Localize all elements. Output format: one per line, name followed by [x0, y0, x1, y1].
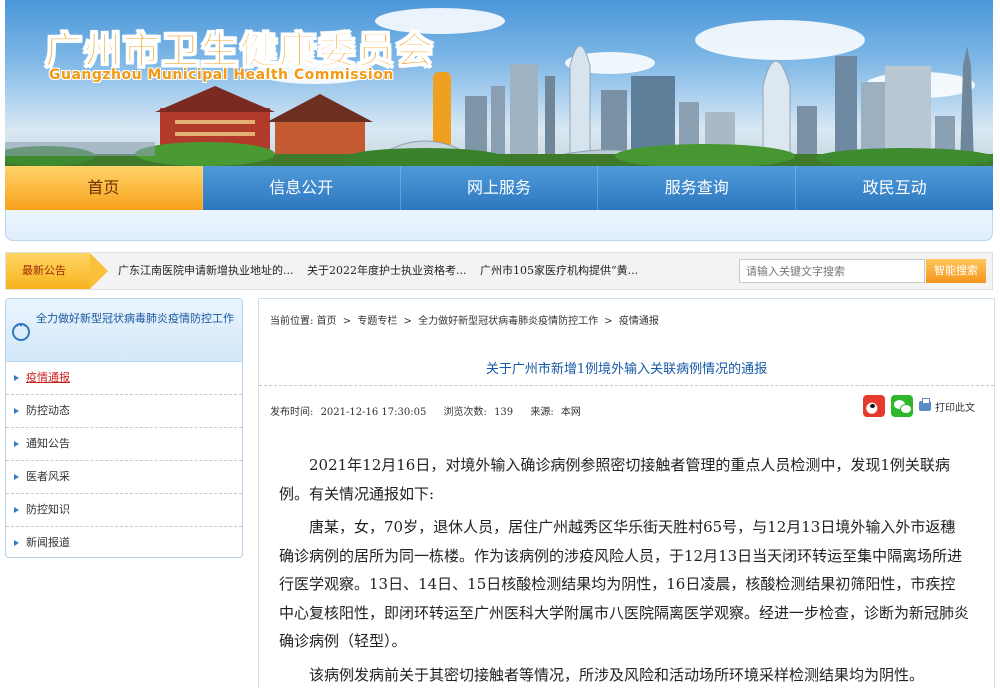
latest-notice-label: 最新公告 — [6, 253, 108, 289]
weibo-share-icon[interactable] — [863, 395, 885, 417]
views-count: 139 — [494, 407, 514, 418]
chat-bubble-icon — [12, 321, 30, 341]
publish-time-label: 发布时间: — [270, 407, 314, 418]
sidebar-item-epidemic-report[interactable]: 疫情通报 — [6, 362, 242, 395]
breadcrumb-separator: > — [403, 316, 412, 327]
nav-item-online-service[interactable]: 网上服务 — [401, 166, 599, 210]
nav-item-info-disclosure[interactable]: 信息公开 — [203, 166, 401, 210]
breadcrumb-link-special[interactable]: 专题专栏 — [357, 316, 397, 327]
print-link[interactable]: 打印此文 — [935, 399, 975, 414]
article-meta: 发布时间: 2021-12-16 17:30:05 浏览次数: 139 来源: … — [270, 403, 585, 418]
breadcrumb: 当前位置: 首页 > 专题专栏 > 全力做好新型冠状病毒肺炎疫情防控工作 > 疫… — [270, 312, 659, 327]
breadcrumb-link-current[interactable]: 疫情通报 — [619, 316, 659, 327]
smart-search-button[interactable]: 智能搜索 — [926, 259, 986, 283]
nav-item-home[interactable]: 首页 — [5, 166, 203, 210]
views-label: 浏览次数: — [443, 407, 487, 418]
sidebar-header: 全力做好新型冠状病毒肺炎疫情防控工作 — [6, 299, 242, 362]
breadcrumb-prefix: 当前位置: — [270, 316, 314, 327]
share-toolbar: 打印此文 — [863, 394, 975, 418]
nav-item-public-interaction[interactable]: 政民互动 — [796, 166, 993, 210]
sidebar: 全力做好新型冠状病毒肺炎疫情防控工作 疫情通报 防控动态 通知公告 医者风采 防… — [5, 298, 243, 558]
notice-link[interactable]: 关于2022年度护士执业资格考... — [307, 264, 466, 277]
main-navigation: 首页 信息公开 网上服务 服务查询 政民互动 — [5, 166, 993, 210]
source-label: 来源: — [530, 407, 554, 418]
source-value: 本网 — [560, 407, 581, 418]
sidebar-item-news-reports[interactable]: 新闻报道 — [6, 527, 242, 557]
notice-bar: 最新公告 广东江南医院申请新增执业地址的... 关于2022年度护士执业资格考.… — [5, 252, 993, 290]
sidebar-item-medical-staff[interactable]: 医者风采 — [6, 461, 242, 494]
wechat-share-icon[interactable] — [891, 395, 913, 417]
breadcrumb-link-home[interactable]: 首页 — [317, 316, 337, 327]
article-title: 关于广州市新增1例境外输入关联病例情况的通报 — [485, 362, 768, 377]
sidebar-title: 全力做好新型冠状病毒肺炎疫情防控工作 — [36, 312, 234, 325]
site-title-en: Guangzhou Municipal Health Commission — [49, 67, 394, 83]
sidebar-item-prevention-knowledge[interactable]: 防控知识 — [6, 494, 242, 527]
article-panel: 当前位置: 首页 > 专题专栏 > 全力做好新型冠状病毒肺炎疫情防控工作 > 疫… — [258, 298, 995, 689]
breadcrumb-link-topic[interactable]: 全力做好新型冠状病毒肺炎疫情防控工作 — [418, 316, 598, 327]
sub-navigation-bar — [5, 210, 993, 241]
publish-time: 2021-12-16 17:30:05 — [320, 407, 427, 418]
notice-link-list: 广东江南医院申请新增执业地址的... 关于2022年度护士执业资格考... 广州… — [118, 253, 648, 289]
notice-link[interactable]: 广州市105家医疗机构提供“黄... — [480, 264, 638, 277]
nav-item-service-query[interactable]: 服务查询 — [598, 166, 797, 210]
search-input[interactable] — [739, 259, 925, 283]
print-icon[interactable] — [919, 398, 931, 411]
header-banner: 广州市卫生健康委员会 Guangzhou Municipal Health Co… — [5, 0, 993, 166]
article-paragraph: 唐某，女，70岁，退休人员，居住广州越秀区华乐街天胜村65号，与12月13日境外… — [279, 518, 970, 650]
article-paragraph: 该病例发病前关于其密切接触者等情况，所涉及风险和活动场所环境采样检测结果均为阴性… — [309, 665, 925, 684]
article-paragraph: 2021年12月16日，对境外输入确诊病例参照密切接触者管理的重点人员检测中，发… — [279, 456, 950, 503]
sidebar-item-prevention-news[interactable]: 防控动态 — [6, 395, 242, 428]
notice-link[interactable]: 广东江南医院申请新增执业地址的... — [118, 264, 294, 277]
article-body: 2021年12月16日，对境外输入确诊病例参照密切接触者管理的重点人员检测中，发… — [279, 451, 969, 694]
breadcrumb-separator: > — [342, 316, 352, 327]
divider — [259, 385, 994, 386]
sidebar-item-notices[interactable]: 通知公告 — [6, 428, 242, 461]
breadcrumb-separator: > — [604, 316, 613, 327]
site-title-cn: 广州市卫生健康委员会 — [45, 29, 435, 73]
